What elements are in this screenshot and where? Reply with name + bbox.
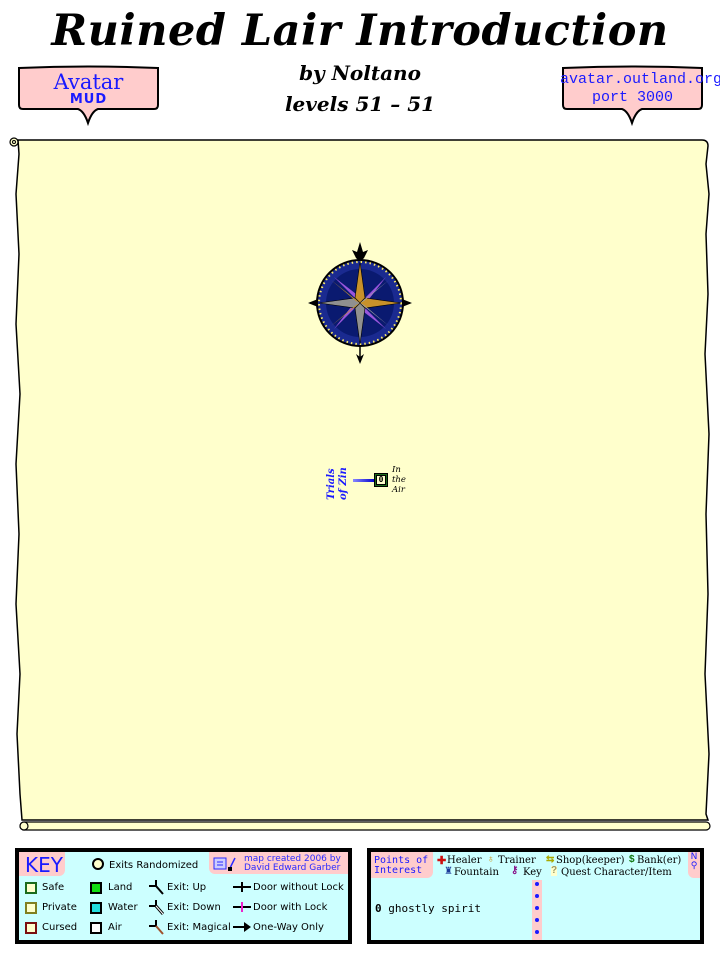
scroll-quill-icon: [213, 856, 236, 871]
safe-swatch-icon: [25, 882, 37, 894]
room-label: In the Air: [392, 465, 406, 495]
fountain-icon: ♜: [444, 866, 453, 877]
exit-label: Exit: Up: [167, 882, 207, 893]
room-0[interactable]: 0: [374, 473, 388, 487]
water-swatch-icon: [90, 902, 102, 914]
credit-line-2: David Edward Garber: [244, 863, 341, 873]
door-with-lock-icon: [233, 902, 251, 912]
room-type-label: Safe: [42, 882, 65, 893]
room-type-label: Private: [42, 902, 77, 913]
poi-room-id: 0: [375, 902, 382, 915]
key-icon: ⚷: [511, 865, 519, 876]
terrain-label: Air: [108, 922, 122, 933]
trainer-icon: ♁: [487, 854, 495, 865]
shop-icon: ⇆: [546, 854, 555, 865]
room-cluster: Trials of Zin 0 In the Air: [325, 460, 425, 505]
poi-legend-label: Healer: [447, 855, 482, 866]
poi-legend-label: Fountain: [454, 867, 499, 878]
avatar-mud-banner[interactable]: Avatar MUD: [16, 65, 161, 127]
area-link-line: Trials: [326, 468, 337, 500]
key-title: KEY: [25, 853, 63, 877]
room-label-line: In: [392, 465, 401, 475]
exit-west-line: [353, 479, 375, 482]
poi-legend-label: Quest Character/Item: [561, 867, 672, 878]
quest-icon: ?: [551, 865, 558, 876]
compass-rose-icon: [306, 240, 414, 366]
exit-label: Exit: Magical: [167, 922, 231, 933]
server-address-banner[interactable]: avatar.outland.org port 3000: [560, 65, 720, 127]
room-id: 0: [376, 475, 386, 485]
poi-legend-label: Shop(keeper): [556, 855, 625, 866]
poi-item-text: ghostly spirit: [388, 902, 481, 915]
area-link-trials-of-zin[interactable]: Trials of Zin: [325, 460, 353, 504]
banner-avatar-text: Avatar: [53, 70, 124, 94]
door-label: Door with Lock: [253, 902, 328, 913]
land-swatch-icon: [90, 882, 102, 894]
banner-mud-text: MUD: [69, 92, 108, 107]
room-label-line: the: [392, 475, 406, 485]
exits-randomized-icon: [92, 858, 104, 870]
poi-legend-label: Key: [523, 867, 542, 878]
room-type-label: Cursed: [42, 922, 78, 933]
exit-up-icon: [149, 880, 164, 895]
server-host-text: avatar.outland.org: [560, 71, 720, 88]
exit-magical-icon: [149, 920, 164, 935]
exit-down-icon: [149, 900, 164, 915]
one-way-arrow-icon: [233, 922, 251, 932]
map-title: Ruined Lair Introduction: [51, 6, 669, 56]
room-label-line: Air: [392, 485, 405, 495]
door-without-lock-icon: [233, 882, 251, 892]
points-of-interest-panel: Points of Interest ✚ Healer ♁ Trainer ⇆ …: [367, 848, 704, 944]
poi-legend-label: Bank(er): [637, 855, 682, 866]
poi-title-line: Interest: [374, 865, 423, 876]
north-arrow-icon: ⚲: [690, 861, 698, 871]
poi-list-item[interactable]: 0 ghostly spirit: [375, 902, 481, 915]
exit-label: Exit: Down: [167, 902, 221, 913]
air-swatch-icon: [90, 922, 102, 934]
key-panel: KEY Exits Randomized map created 2006 by…: [15, 848, 352, 944]
bank-icon: $: [629, 854, 635, 865]
column-divider: [532, 880, 542, 940]
terrain-label: Land: [108, 882, 133, 893]
area-link-line: of Zin: [338, 467, 349, 500]
terrain-label: Water: [108, 902, 138, 913]
north-indicator: N ⚲: [689, 853, 699, 871]
door-label: One-Way Only: [253, 922, 324, 933]
server-port-text: port 3000: [591, 89, 673, 106]
cursed-swatch-icon: [25, 922, 37, 934]
exits-randomized-label: Exits Randomized: [109, 860, 199, 871]
door-label: Door without Lock: [253, 882, 344, 893]
private-swatch-icon: [25, 902, 37, 914]
